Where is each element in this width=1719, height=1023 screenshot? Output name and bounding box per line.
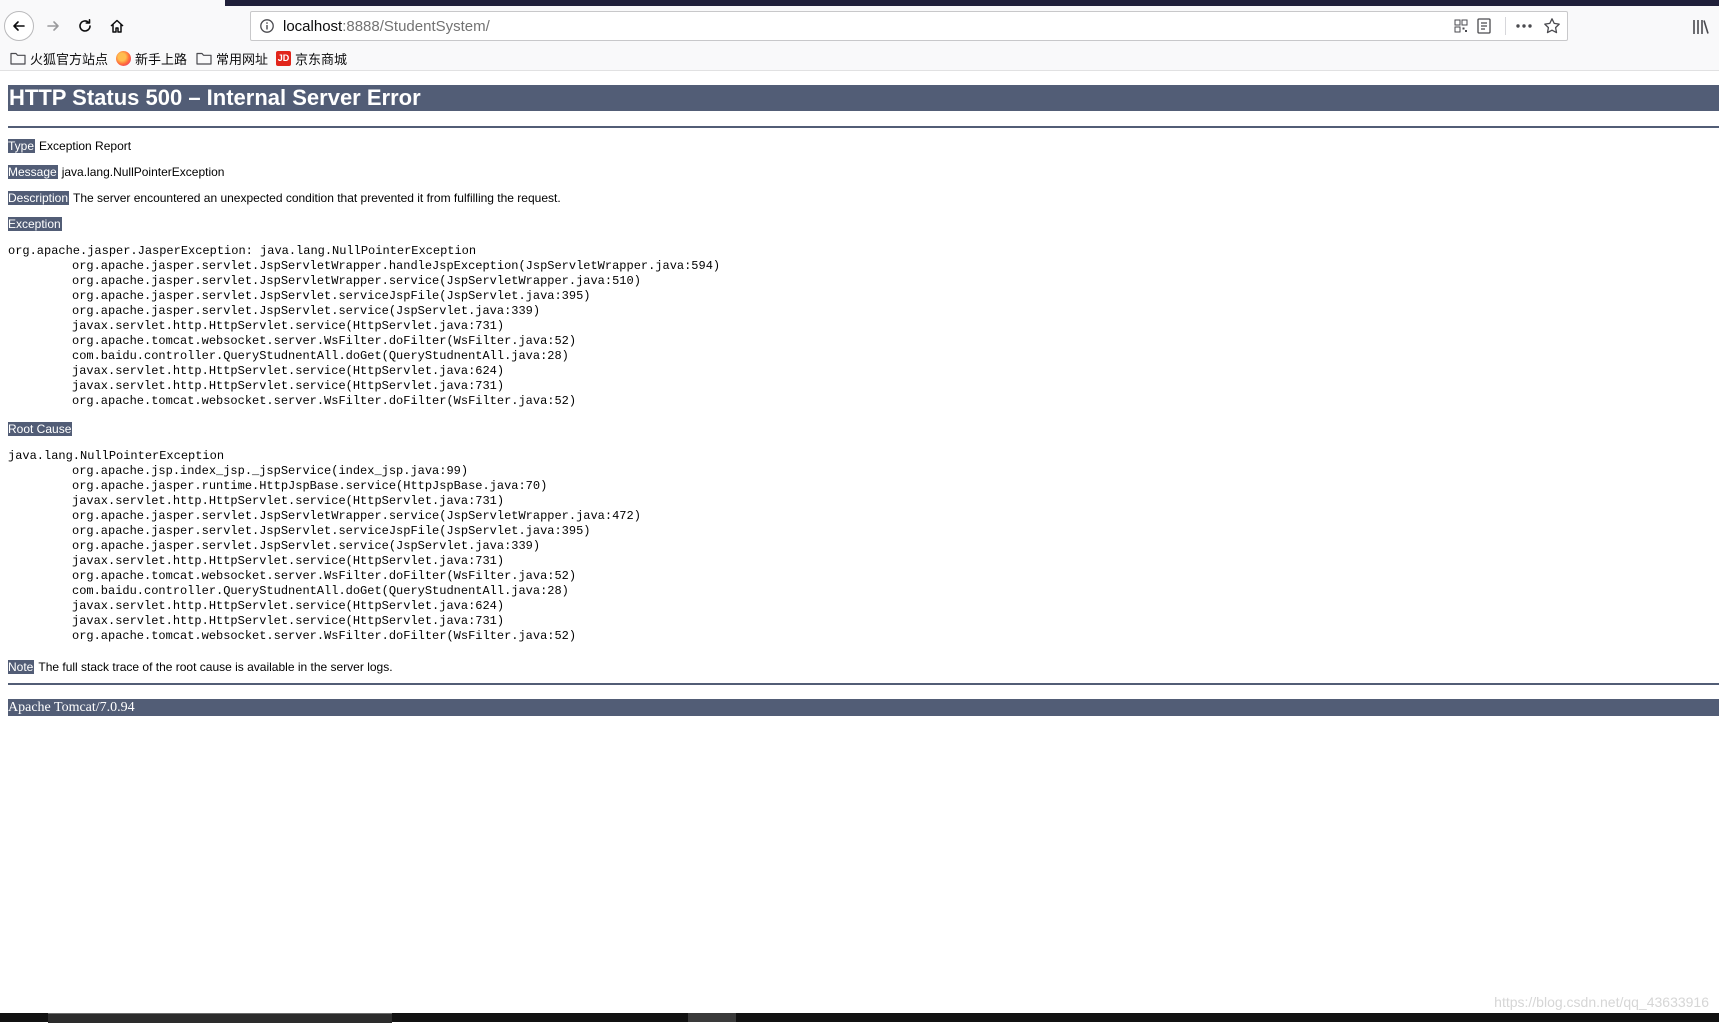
library-icon[interactable] [1692,19,1710,40]
message-label: Message [8,165,58,179]
jd-icon: JD [276,50,291,66]
root-cause-label: Root Cause [8,422,73,436]
exception-label: Exception [8,217,62,231]
trace-line: org.apache.jasper.servlet.JspServlet.ser… [72,289,591,303]
divider [8,683,1719,685]
url-host: localhost [283,18,343,35]
home-icon [110,19,124,33]
trace-line: javax.servlet.http.HttpServlet.service(H… [72,599,505,613]
bookmark-getting-started[interactable]: 新手上路 [116,49,187,67]
bookmark-folder-firefox-official[interactable]: 火狐官方站点 [10,49,108,67]
note-value: The full stack trace of the root cause i… [38,660,393,674]
page-actions-icon[interactable] [1515,18,1533,39]
trace-line: org.apache.jasper.runtime.HttpJspBase.se… [72,479,548,493]
firefox-icon [116,50,131,66]
description-value: The server encountered an unexpected con… [73,191,561,205]
bookmarks-toolbar: 火狐官方站点 新手上路 常用网址 JD 京东商城 [0,46,1719,71]
trace-line: org.apache.tomcat.websocket.server.WsFil… [72,394,577,408]
type-row: Type Exception Report [8,139,131,154]
trace-line: org.apache.jasper.servlet.JspServletWrap… [72,509,641,523]
folder-icon [10,52,26,65]
trace-line: javax.servlet.http.HttpServlet.service(H… [72,379,505,393]
type-value: Exception Report [39,139,132,153]
trace-line: org.apache.tomcat.websocket.server.WsFil… [72,334,577,348]
message-row: Message java.lang.NullPointerException [8,165,224,180]
bookmark-label: 火狐官方站点 [30,51,109,67]
exception-row: Exception [8,217,62,232]
arrow-right-icon [47,21,59,31]
url-path: :8888/StudentSystem/ [342,18,490,35]
bookmark-label: 京东商城 [295,51,348,67]
urlbar-separator [1505,17,1506,35]
description-label: Description [8,191,70,205]
trace-line: org.apache.jasper.servlet.JspServlet.ser… [72,304,541,318]
taskbar-item[interactable] [688,1013,736,1022]
bookmark-label: 常用网址 [216,51,269,67]
trace-line: javax.servlet.http.HttpServlet.service(H… [72,554,505,568]
home-button[interactable] [102,11,132,41]
trace-line: com.baidu.controller.QueryStudnentAll.do… [72,349,569,363]
trace-line: org.apache.jsp.index_jsp._jspService(ind… [72,464,469,478]
divider [8,126,1719,128]
folder-icon [196,52,212,65]
reader-view-icon[interactable] [1477,18,1491,39]
trace-line: javax.servlet.http.HttpServlet.service(H… [72,319,505,333]
bookmark-star-icon[interactable] [1543,17,1561,40]
taskbar [0,1013,1719,1023]
bookmark-jd-mall[interactable]: JD 京东商城 [276,49,347,67]
note-label: Note [8,660,35,674]
message-value: java.lang.NullPointerException [61,165,225,179]
trace-line: org.apache.jasper.servlet.JspServletWrap… [72,259,721,273]
exception-stack-trace: org.apache.jasper.JasperException: java.… [8,244,720,409]
trace-line: org.apache.tomcat.websocket.server.WsFil… [72,629,577,643]
arrow-left-icon [13,21,25,31]
type-label: Type [8,139,36,153]
bookmark-label: 新手上路 [135,51,188,67]
url-text[interactable]: localhost:8888/StudentSystem/ [283,18,490,35]
page-title: HTTP Status 500 – Internal Server Error [8,85,1719,111]
navigation-toolbar: localhost:8888/StudentSystem/ [0,6,1719,46]
forward-button[interactable] [38,11,68,41]
reload-icon [79,19,91,32]
site-info-icon[interactable] [259,18,275,39]
trace-line: org.apache.jasper.JasperException: java.… [8,244,477,258]
trace-line: org.apache.jasper.servlet.JspServlet.ser… [72,539,541,553]
address-bar[interactable]: localhost:8888/StudentSystem/ [250,11,1568,41]
root-cause-row: Root Cause [8,422,73,437]
trace-line: org.apache.jasper.servlet.JspServlet.ser… [72,524,591,538]
trace-line: javax.servlet.http.HttpServlet.service(H… [72,494,505,508]
server-version-footer: Apache Tomcat/7.0.94 [8,699,1719,716]
qr-code-icon[interactable] [1454,19,1468,38]
note-row: Note The full stack trace of the root cau… [8,660,393,675]
trace-line: java.lang.NullPointerException [8,449,225,463]
trace-line: com.baidu.controller.QueryStudnentAll.do… [72,584,569,598]
back-button[interactable] [4,11,34,41]
trace-line: javax.servlet.http.HttpServlet.service(H… [72,364,505,378]
reload-button[interactable] [70,11,100,41]
trace-line: org.apache.jasper.servlet.JspServletWrap… [72,274,641,288]
trace-line: org.apache.tomcat.websocket.server.WsFil… [72,569,577,583]
description-row: Description The server encountered an une… [8,191,561,206]
watermark-text: https://blog.csdn.net/qq_43633916 [1494,994,1709,1010]
bookmark-folder-common-sites[interactable]: 常用网址 [196,49,268,67]
root-cause-stack-trace: java.lang.NullPointerException org.apache… [8,449,641,644]
trace-line: javax.servlet.http.HttpServlet.service(H… [72,614,505,628]
